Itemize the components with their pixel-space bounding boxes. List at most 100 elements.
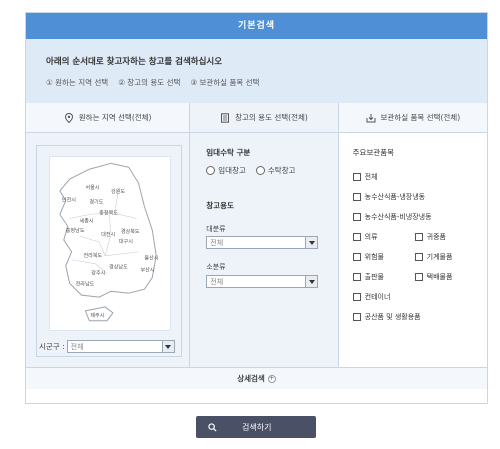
map-city-jeonnam[interactable]: 전라남도 (76, 280, 95, 287)
checkbox-agri-noncold[interactable]: 농수산식품-비냉장냉동 (352, 212, 432, 222)
contract-type-label: 임대수탁 구분 (206, 148, 251, 157)
radio-circle (206, 166, 216, 175)
criteria-columns: 원하는 지역 선택(전체) 서울시 강원도 인천시 경기도 충청북도 세종시 충… (26, 103, 487, 367)
radio-lease-label: 임대창고 (218, 166, 246, 175)
checkbox-box (414, 233, 423, 241)
detail-search-label: 상세검색 (237, 374, 265, 383)
checkbox-clothing[interactable]: 의류 (352, 232, 415, 242)
checkbox-box (414, 253, 423, 261)
search-button[interactable]: 검색하기 (196, 416, 316, 438)
checkbox-box (352, 293, 361, 301)
checkbox-publications[interactable]: 출판물 (352, 272, 415, 282)
checkbox-agri-noncold-label: 농수산식품-비냉장냉동 (364, 213, 432, 221)
major-category-label: 대분류 (206, 225, 226, 233)
korea-map-svg: 서울시 강원도 인천시 경기도 충청북도 세종시 충청남도 대전시 경상북도 대… (59, 162, 159, 322)
map-box: 서울시 강원도 인천시 경기도 충청북도 세종시 충청남도 대전시 경상북도 대… (36, 145, 182, 357)
map-city-incheon[interactable]: 인천시 (62, 197, 76, 204)
checkbox-machinery[interactable]: 기계물품 (414, 252, 453, 262)
sigungu-row: 시군구 : 전체 (39, 340, 175, 353)
checkbox-hazardous-label: 위험물 (364, 253, 384, 261)
detail-search-toggle[interactable]: 상세검색 + (26, 367, 487, 389)
map-city-gyeonggi[interactable]: 경기도 (89, 199, 103, 206)
korea-map[interactable]: 서울시 강원도 인천시 경기도 충청북도 세종시 충청남도 대전시 경상북도 대… (49, 156, 171, 331)
map-city-gangwon[interactable]: 강원도 (111, 188, 125, 195)
map-city-chungnam[interactable]: 충청남도 (66, 227, 85, 234)
major-category-value: 전체 (210, 238, 224, 247)
checkbox-clothing-label: 의류 (364, 233, 378, 241)
items-column: 보관하실 품목 선택(전체) 주요보관품목 전체 농수산식품-냉장냉동 농수산식… (338, 103, 487, 367)
tab-usage-label: 창고의 용도 선택(전체) (235, 113, 308, 122)
map-city-chungbuk[interactable]: 충청북도 (99, 209, 118, 216)
radio-consign-label: 수탁창고 (267, 166, 296, 175)
checkbox-valuables[interactable]: 귀중품 (414, 232, 446, 242)
radio-consign[interactable]: 수탁창고 (255, 165, 296, 176)
search-panel: 기본검색 아래의 순서대로 찾고자하는 창고를 검색하십시오 ① 원하는 지역 … (25, 12, 488, 404)
chevron-down-icon (161, 341, 174, 352)
box-icon (366, 113, 375, 122)
checkbox-box (352, 173, 361, 181)
major-category-select[interactable]: 전체 (206, 236, 319, 249)
checkbox-parcel[interactable]: 택배물품 (414, 272, 453, 282)
sigungu-label: 시군구 : (39, 342, 65, 351)
checkbox-box (352, 313, 361, 321)
items-checklist: 주요보관품목 전체 농수산식품-냉장냉동 농수산식품-비냉장냉동 의류 귀중품 … (352, 147, 479, 332)
items-list-title: 주요보관품목 (352, 148, 395, 157)
checkbox-box (352, 253, 361, 261)
map-city-daegu[interactable]: 대구시 (119, 238, 133, 245)
document-icon (221, 112, 230, 123)
guide-step-3: ③ 보관하실 품목 선택 (190, 78, 260, 87)
guide-step-1: ① 원하는 지역 선택 (46, 78, 109, 87)
checkbox-all[interactable]: 전체 (352, 172, 378, 182)
checkbox-machinery-label: 기계물품 (426, 253, 453, 261)
checkbox-valuables-label: 귀중품 (426, 233, 446, 241)
map-city-gyeongbuk[interactable]: 경상북도 (121, 228, 140, 235)
map-city-busan[interactable]: 부산시 (140, 267, 154, 274)
checkbox-agri-cold-label: 농수산식품-냉장냉동 (364, 193, 426, 201)
chevron-down-icon (305, 276, 318, 287)
tab-items-label: 보관하실 품목 선택(전체) (380, 113, 461, 122)
region-column: 원하는 지역 선택(전체) 서울시 강원도 인천시 경기도 충청북도 세종시 충… (26, 103, 191, 367)
checkbox-hazardous[interactable]: 위험물 (352, 252, 415, 262)
checkbox-box (352, 233, 361, 241)
checkbox-industrial-label: 공산품 및 생활용품 (364, 313, 421, 321)
guide-steps: ① 원하는 지역 선택 ② 창고의 용도 선택 ③ 보관하실 품목 선택 (46, 77, 487, 88)
checkbox-publications-label: 출판물 (364, 273, 384, 281)
map-city-ulsan[interactable]: 울산시 (144, 255, 158, 262)
map-city-gyeongnam[interactable]: 경상남도 (109, 264, 128, 271)
location-pin-icon (64, 112, 73, 123)
search-button-label: 검색하기 (242, 422, 272, 432)
checkbox-box (352, 213, 361, 221)
minor-category-value: 전체 (210, 277, 224, 286)
search-icon (208, 422, 217, 432)
sigungu-select[interactable]: 전체 (66, 340, 175, 353)
map-city-jeonbuk[interactable]: 전라북도 (83, 252, 102, 259)
map-city-gwangju[interactable]: 광주시 (91, 269, 105, 276)
tab-region-label: 원하는 지역 선택(전체) (78, 113, 152, 122)
guide-box: 아래의 순서대로 찾고자하는 창고를 검색하십시오 ① 원하는 지역 선택 ② … (26, 39, 487, 103)
usage-column: 창고의 용도 선택(전체) 임대수탁 구분 임대창고 수탁창고 창고용도 대분류… (190, 103, 339, 367)
map-city-seoul[interactable]: 서울시 (85, 184, 99, 191)
minor-category-select[interactable]: 전체 (206, 275, 319, 288)
map-city-jeju[interactable]: 제주시 (90, 312, 104, 319)
chevron-down-icon (305, 237, 318, 248)
radio-lease[interactable]: 임대창고 (206, 165, 246, 176)
sigungu-value: 전체 (70, 342, 84, 351)
checkbox-box (414, 273, 423, 281)
purpose-label: 창고용도 (206, 201, 234, 210)
checkbox-box (352, 193, 361, 201)
panel-title: 기본검색 (26, 13, 487, 39)
checkbox-container[interactable]: 컨테이너 (352, 292, 390, 302)
checkbox-box (352, 273, 361, 281)
checkbox-agri-cold[interactable]: 농수산식품-냉장냉동 (352, 192, 426, 202)
map-city-sejong[interactable]: 세종시 (80, 217, 94, 224)
tab-items[interactable]: 보관하실 품목 선택(전체) (338, 103, 487, 133)
checkbox-parcel-label: 택배물품 (426, 273, 453, 281)
plus-icon: + (267, 374, 276, 383)
tab-usage[interactable]: 창고의 용도 선택(전체) (190, 103, 338, 133)
checkbox-industrial[interactable]: 공산품 및 생활용품 (352, 312, 421, 322)
map-city-daejeon[interactable]: 대전시 (101, 231, 115, 238)
guide-step-2: ② 창고의 용도 선택 (118, 78, 181, 87)
radio-circle (255, 166, 265, 175)
checkbox-all-label: 전체 (364, 173, 378, 181)
tab-region[interactable]: 원하는 지역 선택(전체) (26, 103, 190, 133)
